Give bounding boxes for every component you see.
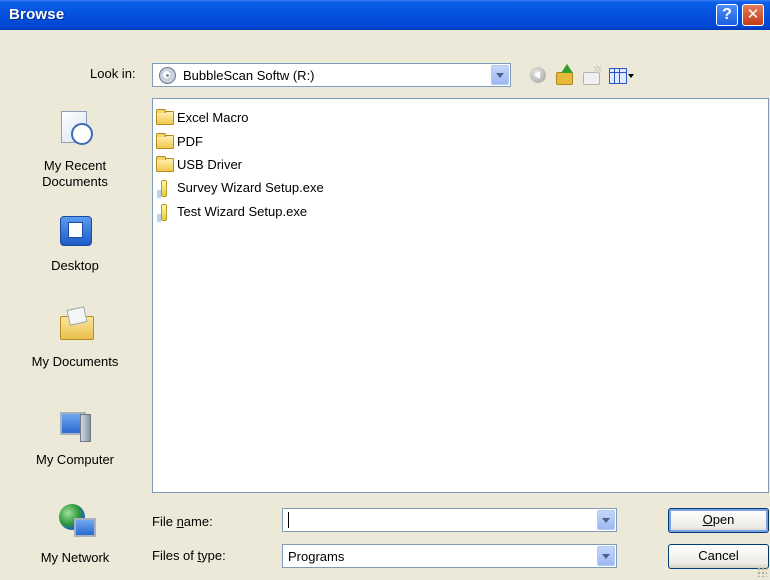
label-accelerator: n	[176, 514, 184, 529]
file-type-dropdown[interactable]: Programs	[282, 544, 617, 568]
place-label-line: My Recent Documents	[42, 158, 108, 189]
look-in-value: BubbleScan Softw (R:)	[183, 68, 315, 83]
button-accelerator: O	[702, 512, 713, 527]
folder-icon	[156, 133, 174, 149]
look-in-dropdown[interactable]: BubbleScan Softw (R:)	[152, 63, 511, 87]
desktop-icon	[58, 214, 92, 248]
file-name: Survey Wizard Setup.exe	[177, 180, 324, 195]
cd-drive-icon	[159, 67, 176, 84]
back-icon[interactable]	[527, 64, 551, 86]
places-bar: My Recent Documents Desktop My Documents…	[6, 98, 144, 574]
place-my-computer[interactable]: My Computer	[6, 396, 144, 486]
file-name-dropdown-arrow[interactable]	[597, 510, 615, 530]
my-documents-icon	[58, 306, 94, 340]
place-label: My Network	[40, 550, 110, 565]
new-folder-icon[interactable]	[580, 63, 604, 86]
text-caret	[288, 512, 289, 528]
folder-icon	[156, 156, 174, 172]
file-name-label: File name:	[152, 514, 213, 529]
help-button[interactable]: ?	[716, 4, 738, 26]
button-label: pen	[712, 512, 735, 527]
place-my-network[interactable]: My Network	[6, 484, 144, 574]
close-button[interactable]: ✕	[742, 4, 764, 26]
file-list[interactable]: Excel Macro PDF USB Driver Survey Wizard…	[152, 98, 769, 493]
up-folder-icon[interactable]	[553, 64, 577, 86]
label-part: ame:	[183, 514, 213, 529]
views-menu-icon[interactable]	[606, 64, 640, 86]
place-desktop[interactable]: Desktop	[6, 198, 144, 288]
resize-grip[interactable]	[757, 567, 767, 577]
file-name: Excel Macro	[177, 110, 249, 125]
place-my-documents[interactable]: My Documents	[6, 296, 144, 386]
folder-icon	[156, 109, 174, 125]
look-in-dropdown-arrow[interactable]	[491, 65, 509, 85]
label-part: File	[152, 514, 177, 529]
file-name: Test Wizard Setup.exe	[177, 204, 308, 219]
executable-file-icon	[157, 204, 167, 222]
open-button[interactable]: Open	[668, 508, 769, 533]
file-type-dropdown-arrow[interactable]	[597, 546, 615, 566]
place-my-recent-documents[interactable]: My Recent Documents	[6, 98, 144, 190]
place-label: My Recent Documents	[6, 158, 144, 190]
file-name: USB Driver	[177, 157, 243, 172]
file-name-input[interactable]	[282, 508, 617, 532]
file-name: PDF	[177, 134, 203, 149]
my-computer-icon	[58, 410, 92, 444]
place-label: Desktop	[51, 258, 99, 273]
my-network-icon	[58, 504, 96, 538]
look-in-label: Look in:	[90, 66, 136, 81]
place-label: My Computer	[35, 452, 115, 467]
place-label: My Documents	[31, 354, 119, 369]
title-bar[interactable]: Browse ? ✕	[0, 0, 770, 30]
executable-file-icon	[157, 180, 167, 198]
recent-documents-icon	[58, 110, 93, 145]
cancel-button[interactable]: Cancel	[668, 544, 769, 569]
file-type-label: Files of type:	[152, 548, 226, 563]
window-title: Browse	[9, 6, 65, 23]
label-part: ype:	[201, 548, 226, 563]
label-part: Files of	[152, 548, 198, 563]
file-type-value: Programs	[288, 549, 345, 564]
